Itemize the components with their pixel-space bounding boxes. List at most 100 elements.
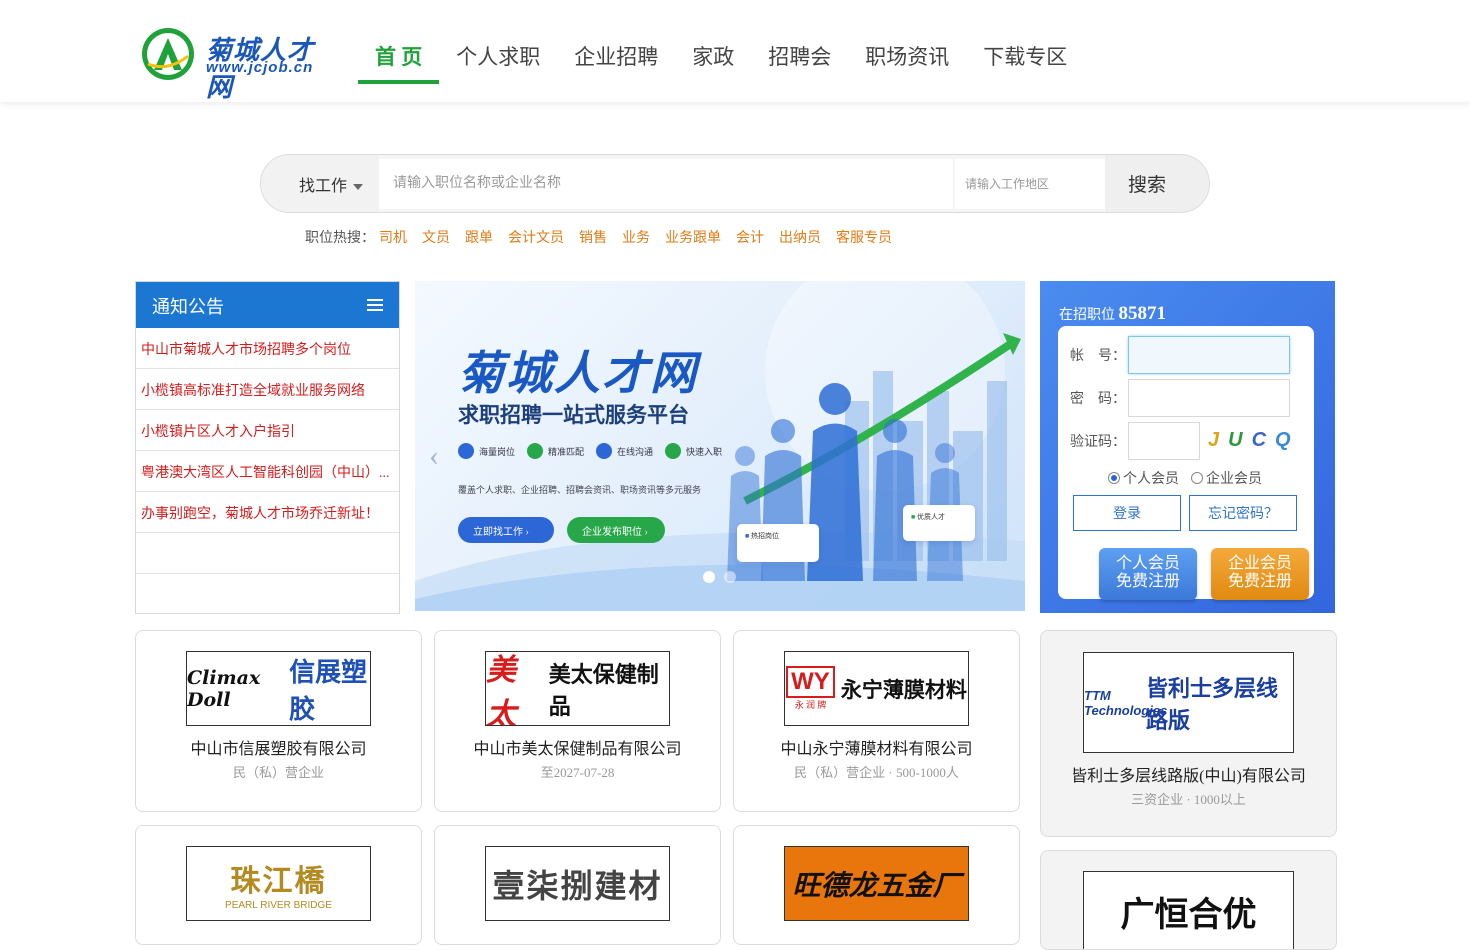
nav-downloads[interactable]: 下载专区 (966, 28, 1084, 84)
jobs-count-value: 85871 (1118, 303, 1167, 324)
company-card[interactable]: WY 永 润 牌 永宁薄膜材料 中山永宁薄膜材料有限公司 民（私）营企业 · 5… (733, 630, 1020, 812)
company-card-featured[interactable]: TTM Technologies 皆利士多层线路版 皆利士多层线路版(中山)有限… (1040, 630, 1337, 837)
hero-banner[interactable]: 菊城人才网 求职招聘一站式服务平台 海量岗位 精准匹配 在线沟通 快速入职 覆盖… (415, 281, 1025, 611)
logo-text-cn: 信展塑胶 (289, 657, 368, 724)
captcha-char: U (1228, 429, 1252, 451)
captcha-label: 验证码： (1070, 435, 1126, 450)
notice-item[interactable]: 中山市菊城人才市场招聘多个岗位 (136, 328, 399, 369)
lightning-icon (665, 443, 682, 459)
captcha-char: J (1208, 429, 1229, 451)
logo-text-cn: 珠江橋 (230, 865, 327, 898)
hot-term-link[interactable]: 业务跟单 (665, 227, 721, 247)
post-job-button[interactable]: 企业发布职位 › (567, 517, 665, 543)
logo-mark-icon (142, 28, 194, 80)
company-card[interactable]: 壹柒捌建材 (434, 825, 721, 945)
company-name: 中山永宁薄膜材料有限公司 (780, 741, 973, 758)
register-company-line2: 免费注册 (1227, 573, 1292, 590)
notice-item-empty (136, 533, 399, 574)
talent-card: ■ 优质人才 (903, 505, 975, 541)
captcha-image[interactable]: JUCQ (1208, 429, 1296, 455)
logo-text-en: TTM Technologies (1084, 687, 1168, 718)
feature-item: 海量岗位 (458, 443, 515, 459)
jobs-label: 在招职位 (1059, 308, 1115, 323)
captcha-input[interactable] (1128, 422, 1200, 460)
people-icon (458, 443, 474, 459)
hot-term-link[interactable]: 业务 (622, 227, 650, 247)
company-card[interactable]: Climax Doll 信展塑胶 中山市信展塑胶有限公司 民（私）营企业 (135, 630, 422, 812)
chevron-left-icon[interactable]: ‹ (429, 439, 439, 473)
target-icon (527, 443, 544, 459)
nav-recruitment[interactable]: 企业招聘 (557, 28, 675, 84)
company-logo: 旺德龙五金厂 (784, 846, 969, 921)
find-job-button[interactable]: 立即找工作 › (458, 517, 554, 543)
register-company-line1: 企业会员 (1227, 555, 1292, 572)
company-logo: TTM Technologies 皆利士多层线路版 (1083, 652, 1294, 753)
notice-item[interactable]: 小榄镇高标准打造全域就业服务网络 (136, 369, 399, 410)
area-input[interactable] (955, 159, 1105, 209)
radio-dot (1108, 472, 1120, 484)
logo-text-en: WY (786, 666, 835, 698)
company-logo: Climax Doll 信展塑胶 (186, 651, 371, 726)
feature-item: 在线沟通 (596, 443, 653, 459)
radio-personal[interactable]: 个人会员 (1108, 468, 1179, 488)
company-card[interactable]: 珠江橋 PEARL RIVER BRIDGE (135, 825, 422, 945)
company-meta: 三资企业 · 1000以上 (1131, 792, 1246, 807)
nav-job-fair[interactable]: 招聘会 (751, 28, 848, 84)
search-type-label: 找工作 (299, 178, 348, 195)
banner-description: 覆盖个人求职、企业招聘、招聘会资讯、职场资讯等多元服务 (458, 485, 702, 495)
site-header: 菊城人才网 www.jcjob.cn 首 页 个人求职 企业招聘 家政 招聘会 … (0, 0, 1470, 102)
company-logo: 广恒合优 (1083, 871, 1294, 949)
notice-item[interactable]: 办事别跑空，菊城人才市场乔迁新址！ (136, 492, 399, 533)
hot-term-link[interactable]: 出纳员 (779, 227, 821, 247)
forgot-password-button[interactable]: 忘记密码？ (1189, 495, 1297, 531)
hot-term-link[interactable]: 会计文员 (508, 227, 564, 247)
hot-term-link[interactable]: 文员 (422, 227, 450, 247)
company-name: 中山市信展塑胶有限公司 (190, 741, 367, 758)
member-type-group: 个人会员 企业会员 (1108, 468, 1274, 488)
radio-company-label: 企业会员 (1206, 472, 1262, 487)
logo-text-en: 美太 (486, 653, 516, 726)
register-personal-button[interactable]: 个人会员 免费注册 (1099, 548, 1197, 600)
post-job-label: 企业发布职位 (582, 527, 642, 538)
hot-term-link[interactable]: 客服专员 (836, 227, 892, 247)
notice-header: 通知公告 (136, 282, 399, 328)
search-type-dropdown[interactable]: 找工作 (261, 155, 379, 212)
company-logo: 珠江橋 PEARL RIVER BRIDGE (186, 846, 371, 921)
hot-search: 职位热搜： 司机 文员 跟单 会计文员 销售 业务 业务跟单 会计 出纳员 客服… (305, 227, 907, 247)
nav-housekeeping[interactable]: 家政 (675, 28, 751, 84)
search-button[interactable]: 搜索 (1105, 155, 1209, 212)
notice-title: 通知公告 (152, 297, 224, 317)
carousel-dots (703, 571, 745, 583)
nav-job-seeking[interactable]: 个人求职 (439, 28, 557, 84)
notice-item[interactable]: 粤港澳大湾区人工智能科创园（中山）... (136, 451, 399, 492)
notice-item[interactable]: 小榄镇片区人才入户指引 (136, 410, 399, 451)
logo-text-cn: 壹柒捌建材 (492, 867, 663, 904)
menu-icon[interactable] (367, 299, 383, 311)
carousel-dot[interactable] (703, 571, 715, 583)
hot-term-link[interactable]: 司机 (379, 227, 407, 247)
company-card[interactable]: 美太 美太保健制品 中山市美太保健制品有限公司 至2027-07-28 (434, 630, 721, 812)
chat-icon (596, 443, 613, 459)
logo-mark: WY 永 润 牌 (786, 666, 835, 711)
logo-text-cn: 皆利士多层线路版 (1146, 675, 1279, 733)
nav-home[interactable]: 首 页 (358, 28, 440, 84)
hot-term-link[interactable]: 跟单 (465, 227, 493, 247)
account-label: 帐 号： (1070, 349, 1126, 364)
keyword-input[interactable] (379, 159, 953, 209)
login-button[interactable]: 登录 (1073, 495, 1181, 531)
carousel-dot[interactable] (724, 571, 736, 583)
radio-company[interactable]: 企业会员 (1191, 468, 1262, 488)
password-input[interactable] (1128, 379, 1290, 417)
company-card[interactable]: 旺德龙五金厂 (733, 825, 1020, 945)
search-bar: 找工作 搜索 (260, 154, 1210, 213)
hot-term-link[interactable]: 销售 (579, 227, 607, 247)
feature-label: 在线沟通 (617, 446, 654, 457)
register-company-button[interactable]: 企业会员 免费注册 (1211, 548, 1309, 600)
site-logo[interactable]: 菊城人才网 www.jcjob.cn (140, 26, 340, 102)
feature-label: 快速入职 (686, 446, 723, 457)
nav-career-news[interactable]: 职场资讯 (848, 28, 966, 84)
account-input[interactable] (1128, 336, 1290, 374)
company-card-featured[interactable]: 广恒合优 (1040, 850, 1337, 950)
hot-term-link[interactable]: 会计 (736, 227, 764, 247)
password-label: 密 码： (1070, 392, 1126, 407)
